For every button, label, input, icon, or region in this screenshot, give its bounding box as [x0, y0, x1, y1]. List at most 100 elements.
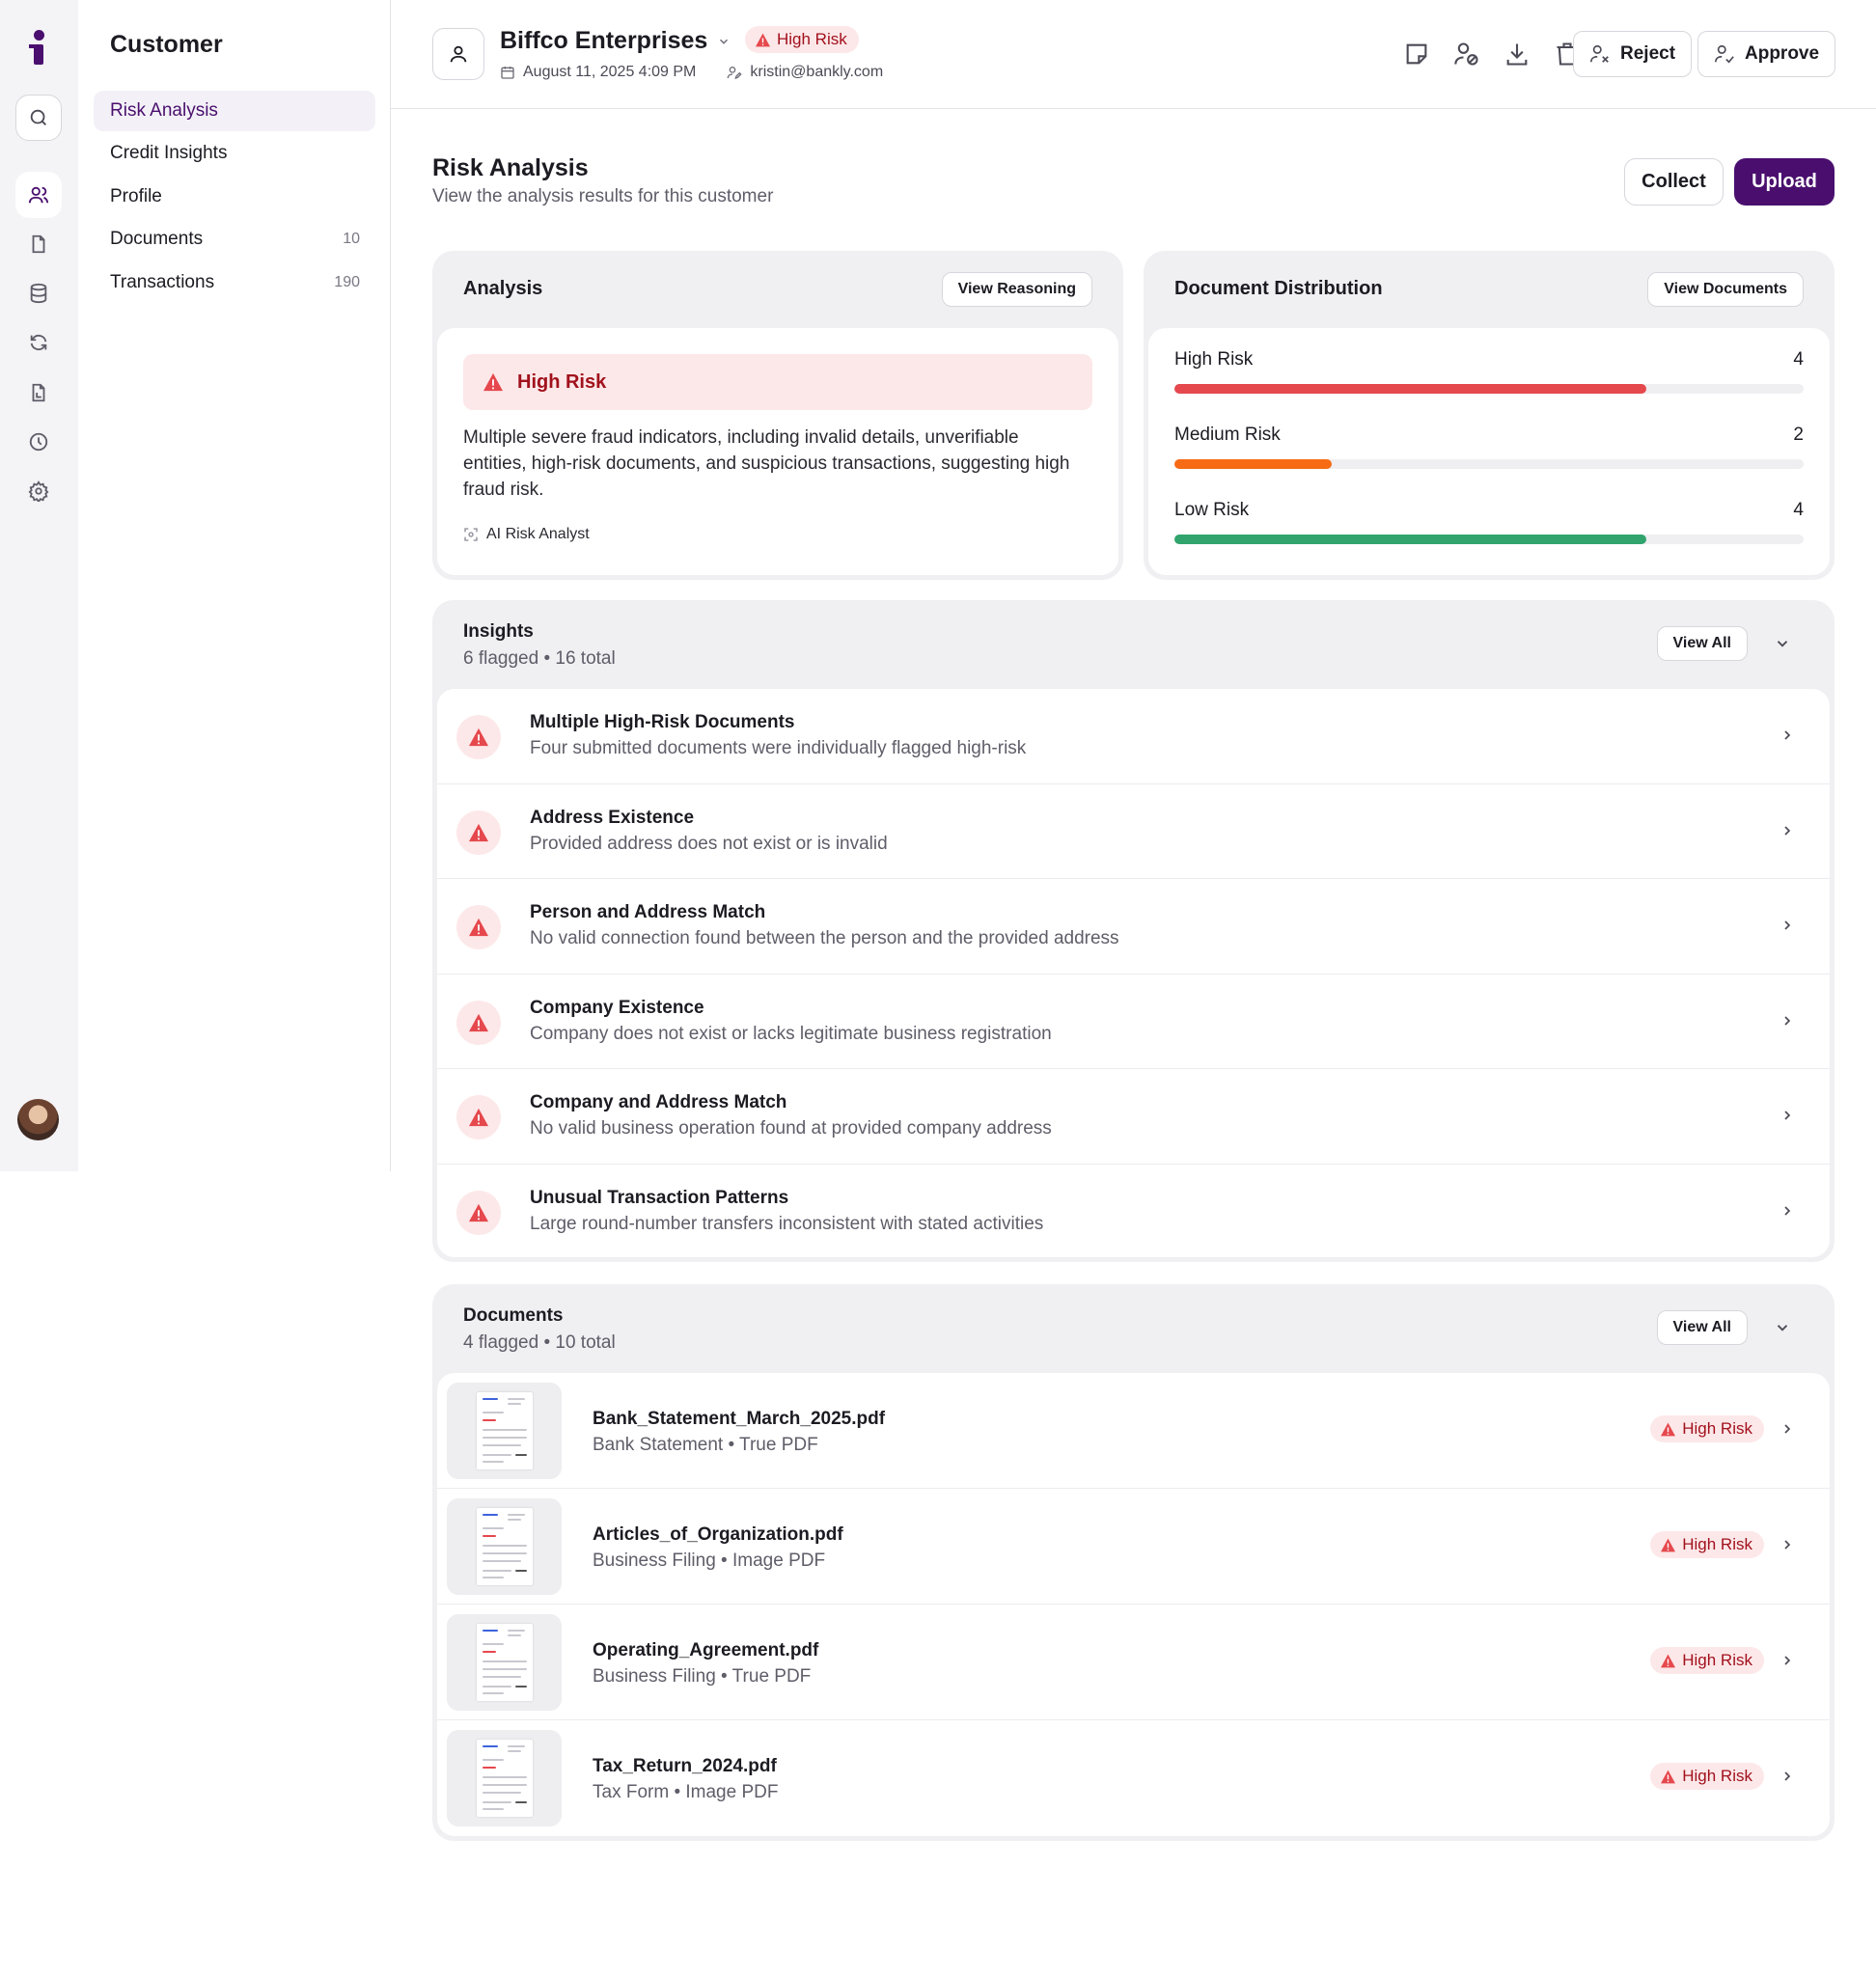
- page-title: Risk Analysis: [432, 154, 589, 181]
- file-icon[interactable]: [15, 221, 62, 267]
- document-name: Bank_Statement_March_2025.pdf: [593, 1409, 886, 1429]
- nav-item-transactions[interactable]: Transactions 190: [94, 262, 375, 303]
- risk-badge: High Risk: [1650, 1763, 1764, 1790]
- document-meta: Tax Form • Image PDF: [593, 1782, 779, 1802]
- warning-icon: [1660, 1422, 1676, 1437]
- warning-icon: [1660, 1654, 1676, 1668]
- warning-icon: [456, 1095, 501, 1139]
- refresh-icon[interactable]: [15, 319, 62, 366]
- nav-item-profile[interactable]: Profile: [94, 177, 375, 217]
- avatar[interactable]: [17, 1099, 59, 1140]
- risk-badge-label: High Risk: [1682, 1535, 1752, 1553]
- distribution-count: 4: [1793, 500, 1804, 520]
- analysis-summary: Multiple severe fraud indicators, includ…: [463, 427, 1070, 500]
- insights-summary: 6 flagged • 16 total: [463, 648, 616, 669]
- reject-button[interactable]: Reject: [1573, 31, 1692, 77]
- risk-badge-label: High Risk: [1682, 1651, 1752, 1669]
- warning-icon: [1660, 1770, 1676, 1784]
- collect-button[interactable]: Collect: [1624, 158, 1724, 206]
- insight-description: Four submitted documents were individual…: [530, 738, 1027, 758]
- view-documents-button[interactable]: View Documents: [1647, 272, 1804, 307]
- upload-button[interactable]: Upload: [1734, 158, 1835, 206]
- nav-item-documents[interactable]: Documents 10: [94, 219, 375, 260]
- progress-track: [1174, 535, 1804, 544]
- customer-subnav: Customer Risk Analysis Credit Insights P…: [78, 0, 391, 1171]
- insights-view-all-button[interactable]: View All: [1656, 626, 1748, 661]
- user-check-icon: [1714, 43, 1735, 65]
- customer-name-dropdown[interactable]: Biffco Enterprises: [500, 27, 731, 55]
- warning-icon: [456, 1000, 501, 1045]
- icon-rail: [0, 0, 78, 1171]
- document-thumbnail: [447, 1614, 562, 1711]
- search-icon[interactable]: [15, 95, 62, 141]
- documents-list: Bank_Statement_March_2025.pdf Bank State…: [437, 1373, 1830, 1836]
- risk-badge-label: High Risk: [1682, 1767, 1752, 1785]
- database-icon[interactable]: [15, 270, 62, 316]
- user-block-icon[interactable]: [1451, 39, 1481, 69]
- distribution-label: Low Risk: [1174, 500, 1250, 520]
- nav-item-credit-insights[interactable]: Credit Insights: [94, 133, 375, 174]
- insight-title: Address Existence: [530, 807, 695, 828]
- insight-title: Company Existence: [530, 997, 704, 1018]
- download-icon[interactable]: [1502, 39, 1531, 69]
- calendar-icon: [500, 65, 515, 80]
- chevron-right-icon: [1779, 1537, 1795, 1552]
- nav-item-label: Risk Analysis: [110, 100, 218, 121]
- app-logo[interactable]: [27, 30, 52, 65]
- user-x-icon: [1589, 43, 1611, 65]
- view-reasoning-button[interactable]: View Reasoning: [941, 272, 1092, 307]
- insight-title: Multiple High-Risk Documents: [530, 712, 795, 732]
- insight-item[interactable]: Address Existence Provided address does …: [437, 784, 1830, 879]
- page-subtitle: View the analysis results for this custo…: [432, 186, 774, 206]
- chevron-right-icon: [1779, 1013, 1795, 1029]
- insight-item[interactable]: Company and Address Match No valid busin…: [437, 1069, 1830, 1165]
- progress-fill: [1174, 459, 1332, 469]
- warning-icon: [456, 810, 501, 855]
- document-name: Operating_Agreement.pdf: [593, 1640, 819, 1660]
- document-meta: Bank Statement • True PDF: [593, 1435, 818, 1455]
- chevron-right-icon: [1779, 1653, 1795, 1668]
- document-item[interactable]: Articles_of_Organization.pdf Business Fi…: [437, 1489, 1830, 1605]
- customer-header: Biffco Enterprises High Risk August 11, …: [391, 0, 1876, 109]
- nav-item-count: 10: [343, 231, 360, 247]
- document-meta: Business Filing • True PDF: [593, 1666, 812, 1687]
- document-name: Tax_Return_2024.pdf: [593, 1756, 777, 1776]
- insights-list: Multiple High-Risk Documents Four submit…: [437, 689, 1830, 1257]
- insight-item[interactable]: Company Existence Company does not exist…: [437, 974, 1830, 1069]
- risk-badge: High Risk: [1650, 1415, 1764, 1442]
- insight-title: Person and Address Match: [530, 902, 766, 922]
- documents-view-all-button[interactable]: View All: [1656, 1310, 1748, 1345]
- insight-description: No valid connection found between the pe…: [530, 928, 1119, 948]
- documents-title: Documents: [463, 1305, 564, 1326]
- file-report-icon[interactable]: [15, 370, 62, 416]
- distribution-count: 2: [1793, 425, 1804, 445]
- note-icon[interactable]: [1401, 39, 1431, 69]
- approve-label: Approve: [1745, 43, 1820, 64]
- warning-icon: [456, 715, 501, 759]
- insight-item[interactable]: Person and Address Match No valid connec…: [437, 879, 1830, 974]
- insight-item[interactable]: Unusual Transaction Patterns Large round…: [437, 1165, 1830, 1260]
- warning-icon: [483, 372, 504, 392]
- chevron-right-icon: [1779, 1769, 1795, 1784]
- clock-icon[interactable]: [15, 419, 62, 465]
- users-icon[interactable]: [15, 172, 62, 218]
- progress-track: [1174, 384, 1804, 394]
- subnav-title: Customer: [110, 31, 223, 58]
- chevron-down-icon[interactable]: [1774, 635, 1791, 652]
- nav-item-risk-analysis[interactable]: Risk Analysis: [94, 91, 375, 131]
- customer-meta: August 11, 2025 4:09 PM kristin@bankly.c…: [500, 64, 883, 81]
- chevron-down-icon[interactable]: [1774, 1319, 1791, 1336]
- distribution-row-low: Low Risk 4: [1174, 500, 1804, 544]
- gear-icon[interactable]: [15, 468, 62, 514]
- chevron-right-icon: [1779, 1421, 1795, 1437]
- insight-item[interactable]: Multiple High-Risk Documents Four submit…: [437, 689, 1830, 784]
- document-meta: Business Filing • Image PDF: [593, 1551, 826, 1571]
- insight-title: Unusual Transaction Patterns: [530, 1187, 789, 1208]
- document-item[interactable]: Tax_Return_2024.pdf Tax Form • Image PDF…: [437, 1720, 1830, 1836]
- risk-badge-label: High Risk: [777, 30, 847, 48]
- document-item[interactable]: Operating_Agreement.pdf Business Filing …: [437, 1605, 1830, 1720]
- approve-button[interactable]: Approve: [1697, 31, 1835, 77]
- warning-icon: [456, 905, 501, 949]
- document-item[interactable]: Bank_Statement_March_2025.pdf Bank State…: [437, 1373, 1830, 1489]
- document-thumbnail: [447, 1498, 562, 1595]
